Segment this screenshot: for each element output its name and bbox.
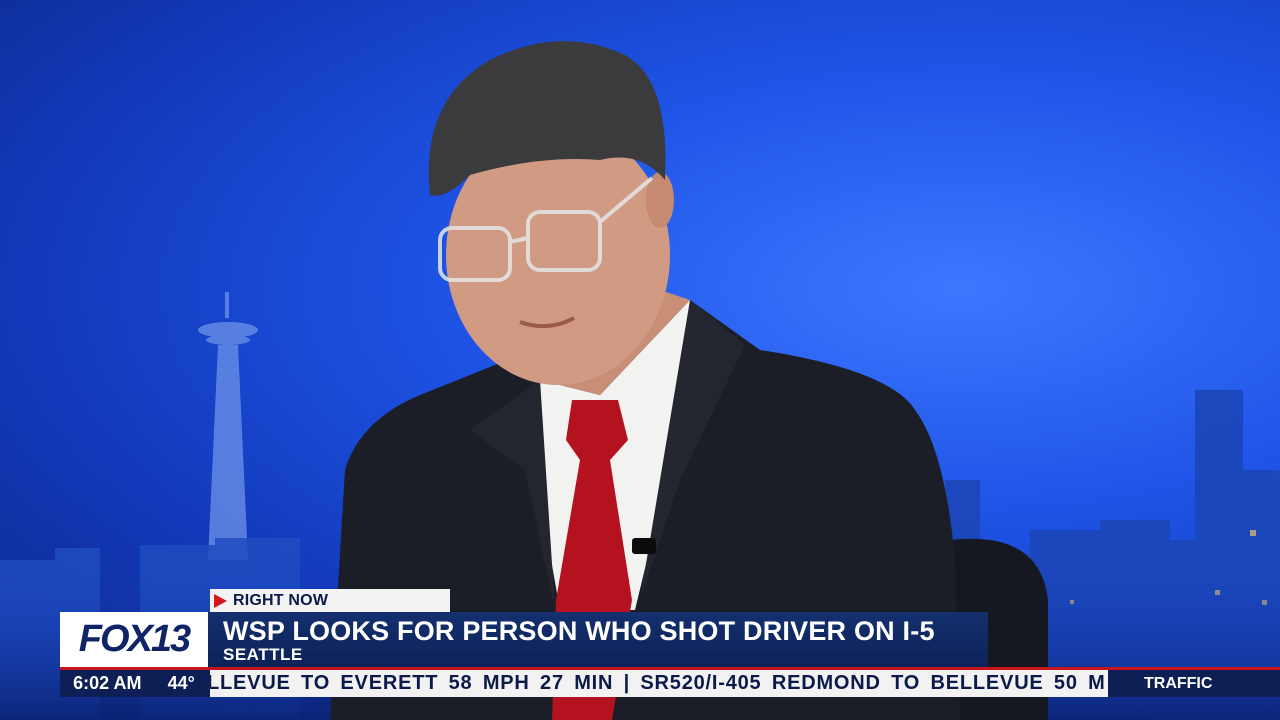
time-temperature: 6:02 AM 44° xyxy=(60,670,208,697)
headline: WSP LOOKS FOR PERSON WHO SHOT DRIVER ON … xyxy=(223,616,935,646)
clock-time: 6:02 AM xyxy=(73,673,142,693)
right-now-tag: RIGHT NOW xyxy=(210,589,450,613)
headline-panel: WSP LOOKS FOR PERSON WHO SHOT DRIVER ON … xyxy=(208,612,988,667)
tag-label: RIGHT NOW xyxy=(233,592,329,609)
crawl-text: LLEVUE TO EVERETT 58 MPH 27 MIN | SR520/… xyxy=(210,672,1106,694)
location-label: SEATTLE xyxy=(223,645,303,664)
play-triangle-icon xyxy=(214,594,227,608)
news-crawl: LLEVUE TO EVERETT 58 MPH 27 MIN | SR520/… xyxy=(210,670,1108,697)
station-logo-text: FOX13 xyxy=(78,618,191,660)
temperature: 44° xyxy=(167,673,195,693)
segment-label: TRAFFIC xyxy=(1144,674,1213,692)
station-logo: FOX13 xyxy=(60,612,208,667)
